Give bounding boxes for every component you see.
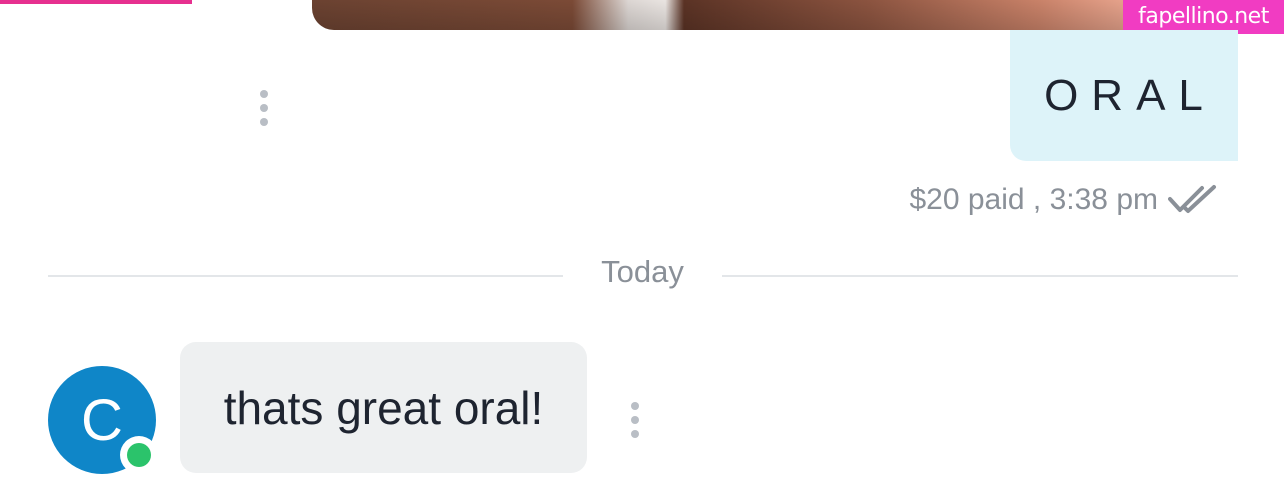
kebab-dot — [631, 402, 639, 410]
avatar-initial: C — [81, 387, 123, 453]
outgoing-message-text: ORAL — [1044, 70, 1216, 120]
message-meta-text: $20 paid , 3:38 pm — [909, 183, 1158, 216]
message-meta: $20 paid , 3:38 pm — [909, 178, 1224, 222]
kebab-dot — [260, 90, 268, 98]
watermark: fapellino.net — [1123, 0, 1284, 34]
chat-screen: fapellino.net ORAL $20 paid , 3:38 pm To… — [0, 0, 1284, 480]
incoming-message-bubble[interactable]: thats great oral! — [180, 342, 587, 473]
media-image[interactable] — [312, 0, 1242, 30]
divider-line-right — [722, 275, 1238, 277]
kebab-dot — [631, 430, 639, 438]
outgoing-message-bubble[interactable]: ORAL — [1010, 30, 1238, 161]
date-divider-label: Today — [601, 254, 684, 289]
double-check-icon — [1168, 185, 1216, 213]
kebab-dot — [260, 118, 268, 126]
kebab-dot — [631, 416, 639, 424]
message-options-icon[interactable] — [258, 90, 270, 126]
online-status-indicator — [120, 436, 158, 474]
top-accent-bar — [0, 0, 192, 4]
online-dot — [127, 443, 151, 467]
incoming-message-text: thats great oral! — [223, 381, 544, 434]
media-image-shade — [312, 0, 1242, 30]
message-options-icon[interactable] — [629, 402, 641, 438]
kebab-dot — [260, 104, 268, 112]
divider-line-left — [48, 275, 563, 277]
